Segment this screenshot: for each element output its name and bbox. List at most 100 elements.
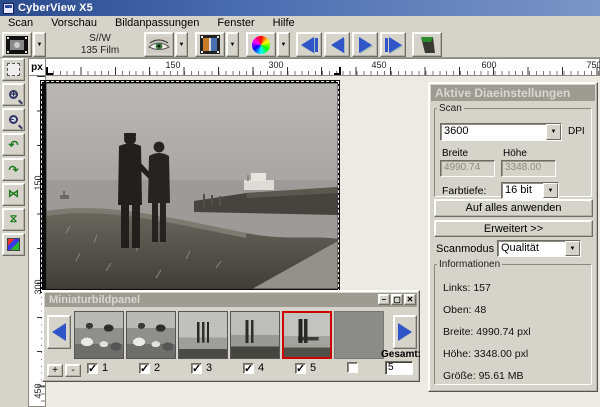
thumbnail-2-number: 2: [154, 362, 160, 374]
thumbnail-3[interactable]: [178, 311, 228, 359]
thumbnail-1-checkbox[interactable]: [87, 363, 98, 374]
film-type-display: S//W 135 Film: [55, 33, 145, 57]
rotate-right-icon: ↷: [8, 164, 18, 176]
panel-close-button[interactable]: ✕: [404, 294, 416, 305]
menu-vorschau[interactable]: Vorschau: [51, 17, 97, 29]
scanmode-dropdown-arrow[interactable]: ▼: [565, 241, 580, 256]
thumbnail-3-number: 3: [206, 362, 212, 374]
rotate-right-button[interactable]: ↷: [2, 158, 25, 181]
h-ruler-600: 600: [474, 60, 504, 70]
scan-group: Scan 3600 ▼ DPI Breite Höhe 4990.74 3348…: [434, 103, 592, 197]
film-holder-button[interactable]: [2, 32, 32, 57]
dpi-dropdown-arrow[interactable]: ▼: [546, 124, 561, 140]
thumbnail-1-number: 1: [102, 362, 108, 374]
next-frame-button[interactable]: [352, 32, 378, 57]
info-top: Oben: 48: [443, 304, 486, 316]
preview-image[interactable]: [40, 80, 340, 293]
color-adjust-button[interactable]: [246, 32, 276, 57]
panel-minimize-button[interactable]: –: [378, 294, 390, 305]
height-label: Höhe: [503, 148, 527, 159]
dpi-combobox[interactable]: 3600 ▼: [440, 123, 562, 141]
info-group: Informationen Links: 157 Oben: 48 Breite…: [434, 259, 592, 385]
selection-right-mark: [334, 67, 341, 75]
dpi-value: 3600: [441, 124, 546, 140]
info-width: Breite: 4990.74 pxl: [443, 326, 531, 338]
color-depth-label: Farbtiefe:: [442, 185, 486, 197]
thumbnail-2-checkbox[interactable]: [139, 363, 150, 374]
film-strip-icon: [6, 36, 28, 54]
scanmode-label: Scanmodus: [436, 243, 494, 255]
apply-all-button[interactable]: Auf alles anwenden: [434, 199, 593, 217]
add-frame-button[interactable]: +: [47, 364, 63, 377]
scan-button[interactable]: [195, 32, 225, 57]
scan-film-icon: [200, 35, 220, 54]
height-field: 3348.00: [501, 160, 556, 177]
color-depth-value: 16 bit: [502, 183, 543, 198]
invert-colors-icon: [7, 238, 20, 251]
h-ruler-750: 750: [579, 60, 600, 70]
thumbnail-3-checkbox[interactable]: [191, 363, 202, 374]
h-ruler-450: 450: [364, 60, 394, 70]
zoom-out-icon: -: [9, 115, 18, 124]
thumbnails-scroll-left-button[interactable]: [47, 315, 71, 349]
thumbnail-4-number: 4: [258, 362, 264, 374]
film-holder-dropdown[interactable]: ▼: [33, 32, 46, 57]
thumbnails-scroll-right-button[interactable]: [393, 315, 417, 349]
thumbnail-5-checkbox[interactable]: [295, 363, 306, 374]
ruler-unit-label: px: [28, 58, 46, 76]
thumbnail-4-checkbox[interactable]: [243, 363, 254, 374]
dpi-unit-label: DPI: [568, 126, 585, 137]
thumbnail-1[interactable]: [74, 311, 124, 359]
thumbnail-2[interactable]: [126, 311, 176, 359]
flip-vertical-icon: ⧖: [10, 214, 18, 225]
film-type-line1: S//W: [55, 33, 145, 45]
thumbnail-5[interactable]: [282, 311, 332, 359]
eject-icon: [417, 35, 437, 55]
first-frame-bar: [315, 38, 318, 52]
zoom-in-icon: +: [9, 90, 18, 99]
color-adjust-dropdown[interactable]: ▼: [277, 32, 290, 57]
app-icon: [3, 3, 14, 14]
flip-vertical-button[interactable]: ⧖: [2, 208, 25, 231]
scanmode-combobox[interactable]: Qualität ▼: [497, 240, 581, 257]
advanced-button[interactable]: Erweitert >>: [434, 220, 593, 237]
next-frame-icon: [359, 37, 372, 53]
crop-select-button[interactable]: [2, 58, 25, 81]
invert-colors-button[interactable]: [2, 233, 25, 256]
menu-scan[interactable]: Scan: [8, 17, 33, 29]
flip-horizontal-button[interactable]: ⋈: [2, 183, 25, 206]
total-input[interactable]: 5: [385, 361, 413, 375]
zoom-in-button[interactable]: +: [2, 83, 25, 106]
color-depth-dropdown-arrow[interactable]: ▼: [543, 183, 558, 198]
thumbnail-5-number: 5: [310, 362, 316, 374]
thumbnail-6-checkbox[interactable]: [347, 362, 358, 373]
h-ruler-150: 150: [158, 60, 188, 70]
thumbnail-4[interactable]: [230, 311, 280, 359]
width-label: Breite: [442, 148, 468, 159]
eject-button[interactable]: [412, 32, 442, 57]
preview-button[interactable]: [144, 32, 174, 57]
first-frame-button[interactable]: [296, 32, 322, 57]
settings-panel: Aktive Diaeinstellungen Scan 3600 ▼ DPI …: [428, 82, 598, 392]
remove-frame-button[interactable]: -: [65, 364, 81, 377]
color-depth-combobox[interactable]: 16 bit ▼: [501, 182, 559, 199]
menu-fenster[interactable]: Fenster: [217, 17, 254, 29]
last-frame-button[interactable]: [380, 32, 406, 57]
zoom-out-button[interactable]: -: [2, 108, 25, 131]
menu-bildanpassungen[interactable]: Bildanpassungen: [115, 17, 199, 29]
thumbnail-panel: Miniaturbildpanel – ▢ ✕ 1 2 3 4 5 Gesamt…: [42, 290, 420, 382]
rotate-left-button[interactable]: ↶: [2, 133, 25, 156]
total-label: Gesamt:: [381, 349, 417, 360]
last-frame-bar: [385, 38, 388, 52]
scroll-left-icon: [52, 323, 66, 341]
thumbnail-panel-title: Miniaturbildpanel: [45, 293, 417, 307]
previous-frame-button[interactable]: [324, 32, 350, 57]
panel-maximize-button[interactable]: ▢: [391, 294, 403, 305]
width-field: 4990.74: [440, 160, 495, 177]
preview-dropdown[interactable]: ▼: [175, 32, 188, 57]
thumbnail-6-empty[interactable]: [334, 311, 384, 359]
scan-dropdown[interactable]: ▼: [226, 32, 239, 57]
film-type-line2: 135 Film: [55, 45, 145, 57]
menu-hilfe[interactable]: Hilfe: [273, 17, 295, 29]
settings-panel-title: Aktive Diaeinstellungen: [431, 85, 595, 101]
